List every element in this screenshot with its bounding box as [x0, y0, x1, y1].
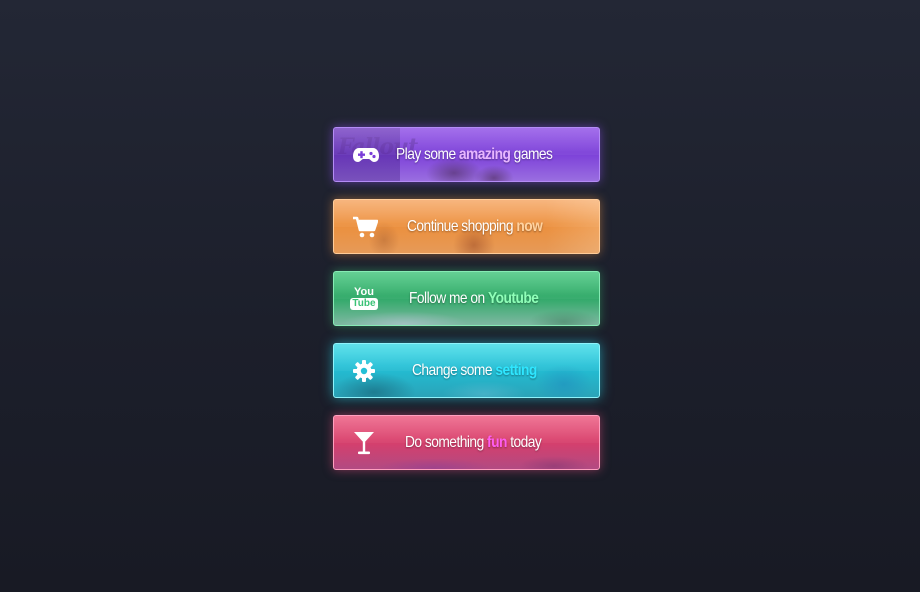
label-suffix: games [513, 145, 553, 163]
shopping-cart-icon [350, 212, 380, 242]
button-label: Follow me on Youtube [409, 272, 539, 325]
label-highlight: now [516, 217, 543, 235]
continue-shopping-button[interactable]: Continue shopping now [333, 199, 600, 254]
youtube-icon-bottom-text: Tube [350, 298, 378, 310]
label-highlight: amazing [458, 145, 511, 163]
button-label: Play some amazing games [396, 128, 553, 181]
button-label: Change some setting [412, 344, 537, 397]
label-prefix: Continue shopping [407, 217, 514, 235]
label-prefix: Play some [396, 145, 456, 163]
change-settings-button[interactable]: Change some setting [333, 343, 600, 398]
do-something-fun-button[interactable]: Do something fun today [333, 415, 600, 470]
button-label: Do something fun today [405, 416, 542, 469]
follow-youtube-button[interactable]: You Tube Follow me on Youtube [333, 271, 600, 326]
label-highlight: setting [495, 361, 537, 379]
label-suffix: today [510, 433, 542, 451]
label-highlight: fun [487, 433, 507, 451]
youtube-icon: You Tube [349, 284, 379, 314]
button-stack: Fallout Play some amazing games Continue… [333, 127, 600, 487]
gear-icon [349, 356, 379, 386]
gamepad-icon [351, 140, 381, 170]
label-prefix: Follow me on [409, 289, 485, 307]
button-label: Continue shopping now [407, 200, 543, 253]
label-prefix: Change some [412, 361, 493, 379]
label-highlight: Youtube [487, 289, 539, 307]
play-games-button[interactable]: Fallout Play some amazing games [333, 127, 600, 182]
cocktail-icon [349, 428, 379, 458]
youtube-icon-top-text: You [354, 286, 374, 298]
label-prefix: Do something [405, 433, 484, 451]
